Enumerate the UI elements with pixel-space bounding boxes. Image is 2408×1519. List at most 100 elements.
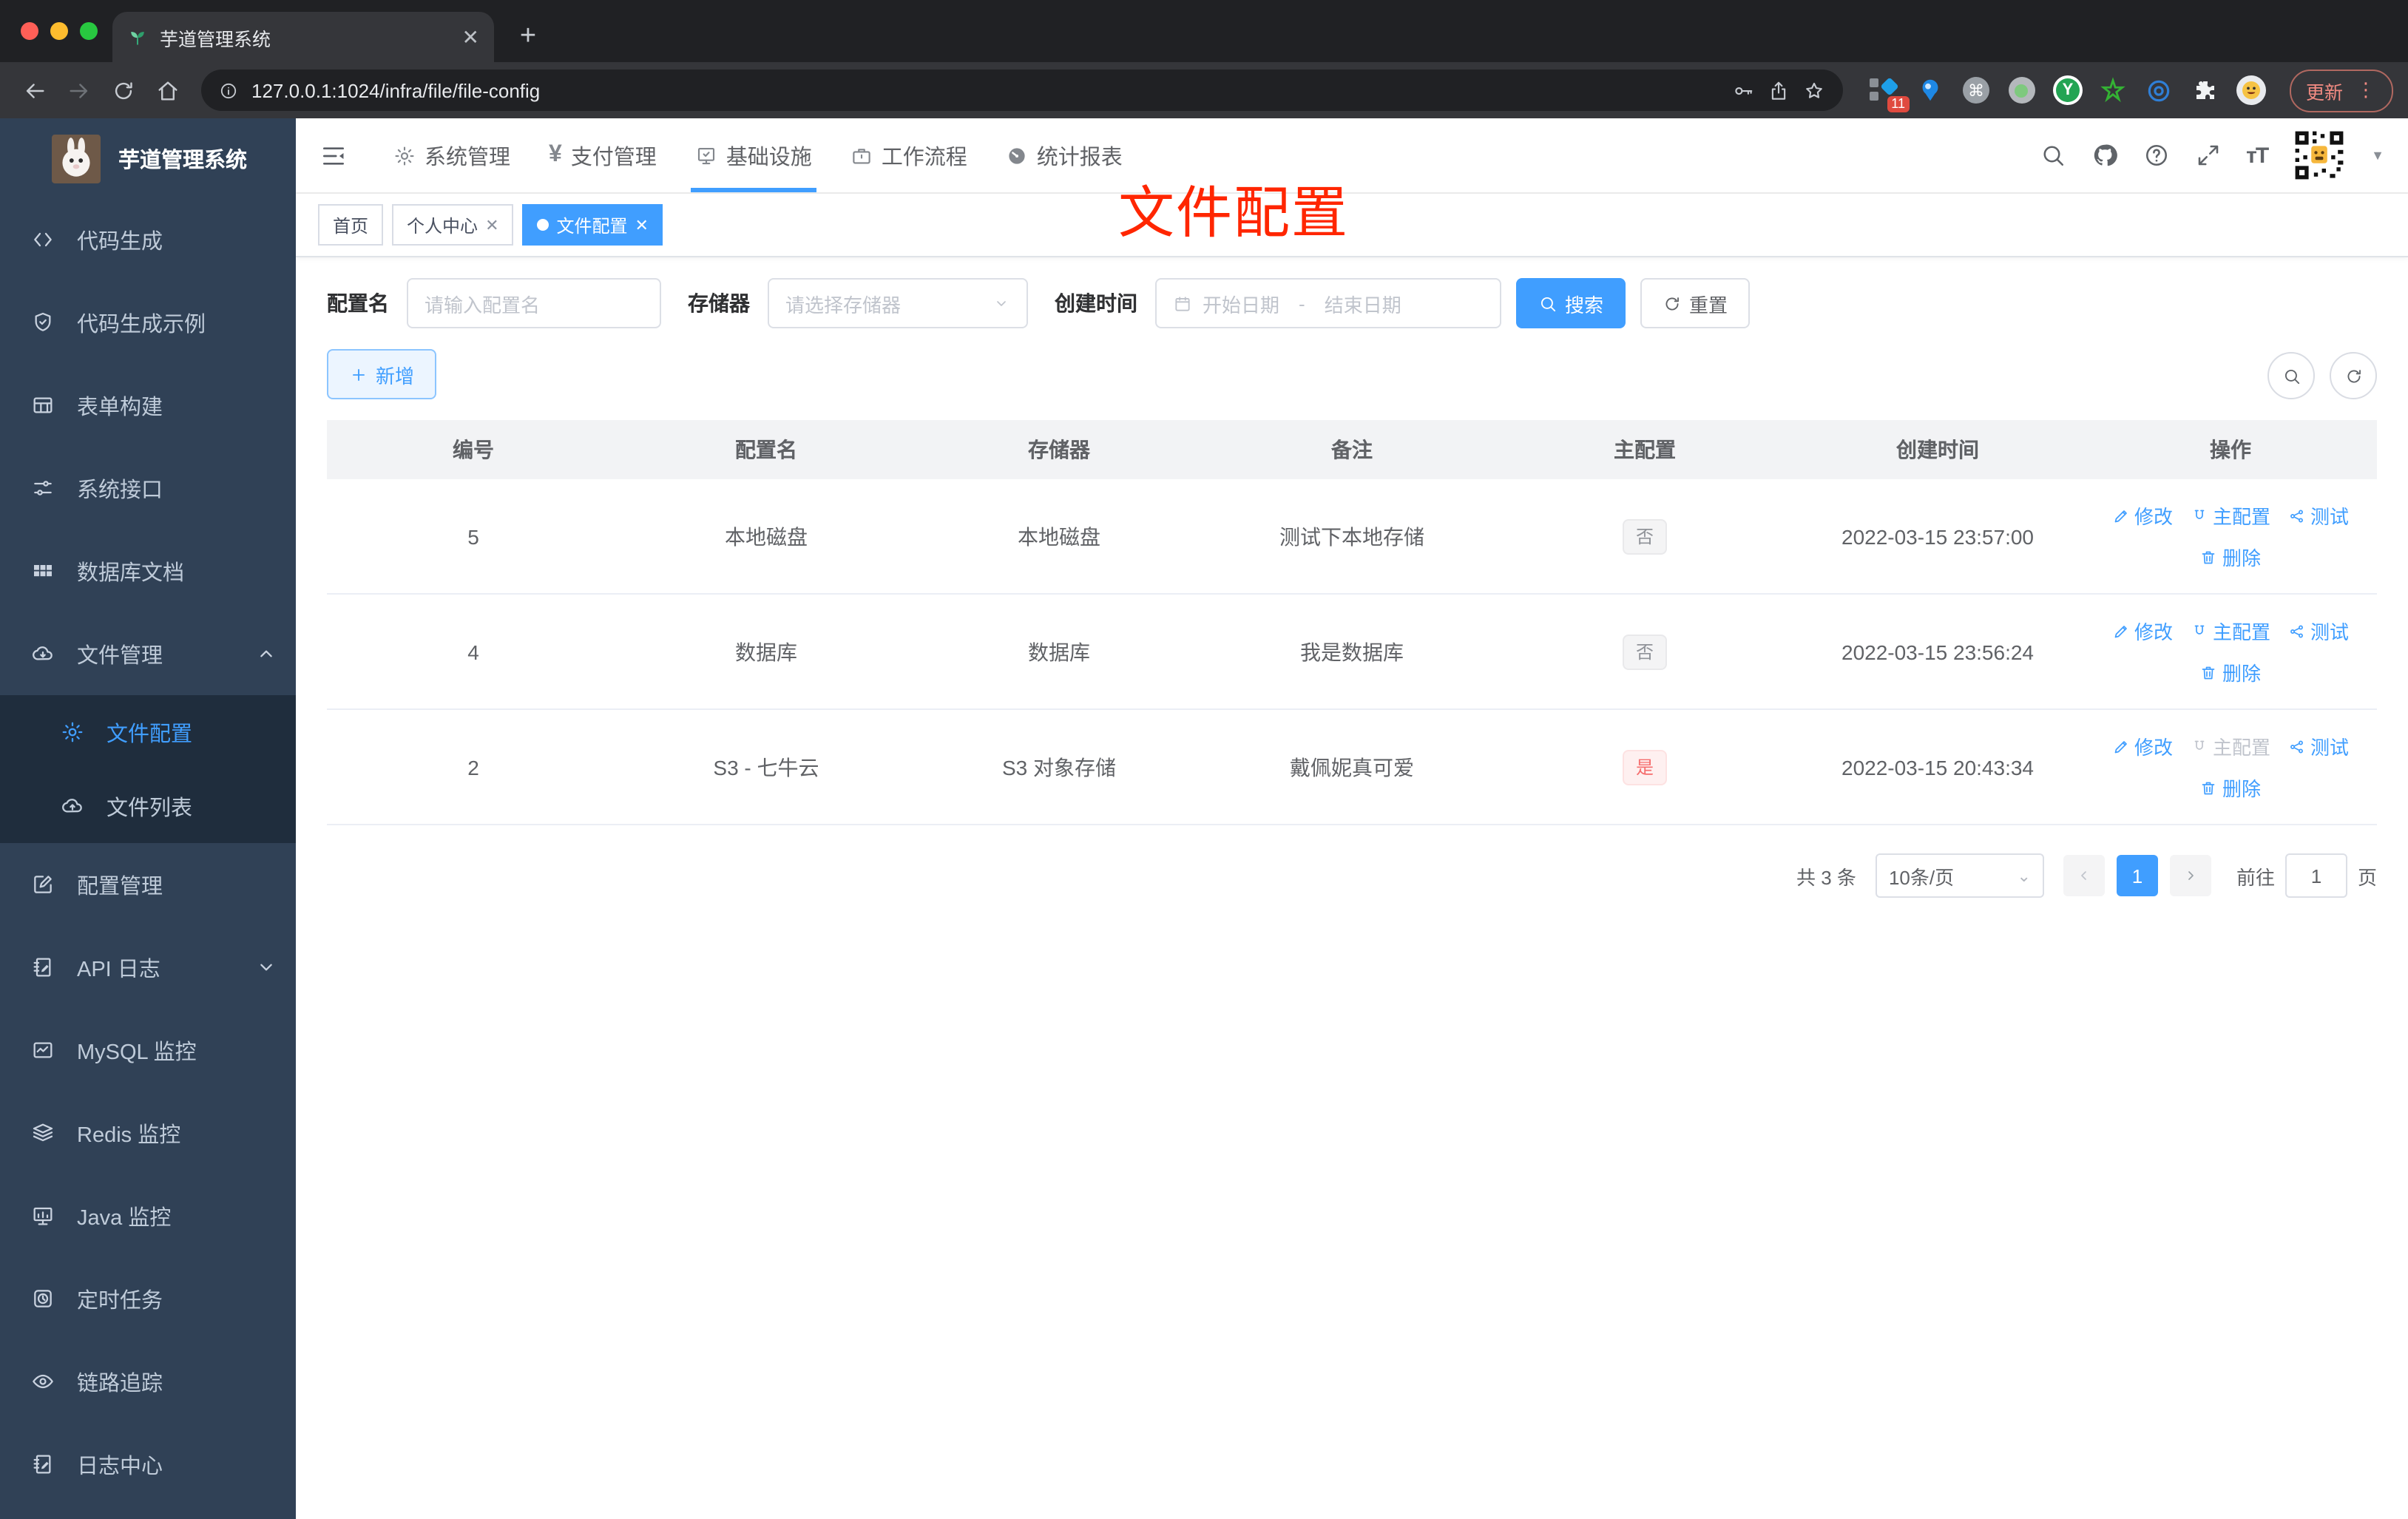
- tab-title: 芋道管理系统: [160, 23, 450, 51]
- bookmark-star-icon[interactable]: [1803, 79, 1825, 101]
- extension-emoji-icon[interactable]: [2236, 75, 2266, 105]
- delete-button[interactable]: 删除: [2200, 658, 2261, 686]
- magnet-icon: [2191, 507, 2208, 524]
- red-annotation-text: 文件配置: [1118, 167, 1349, 248]
- fullscreen-icon[interactable]: [2194, 142, 2221, 169]
- sidebar-item-Java 监控[interactable]: Java 监控: [0, 1174, 296, 1257]
- extension-command-icon[interactable]: ⌘: [1961, 75, 1991, 105]
- docEdit-icon: [31, 955, 55, 979]
- browser-menu-icon[interactable]: ⋮: [2356, 78, 2377, 102]
- table-toolbar: 新增: [327, 328, 2377, 399]
- current-page-button[interactable]: 1: [2117, 855, 2158, 896]
- sidebar-item-文件管理[interactable]: 文件管理: [0, 612, 296, 695]
- forward-icon[interactable]: [59, 71, 98, 109]
- topnav-item-支付管理[interactable]: ¥支付管理: [530, 118, 676, 192]
- date-range-input[interactable]: 开始日期 - 结束日期: [1155, 278, 1501, 328]
- delete-button[interactable]: 删除: [2200, 543, 2261, 571]
- search-button[interactable]: 搜索: [1516, 278, 1626, 328]
- refresh-table-button[interactable]: [2330, 352, 2377, 399]
- user-menu-caret-icon[interactable]: ▼: [2371, 148, 2384, 163]
- topnav-item-label: 支付管理: [571, 140, 657, 171]
- edit-button[interactable]: 修改: [2112, 732, 2173, 760]
- goto-page-input[interactable]: 1: [2285, 853, 2347, 898]
- add-button-label: 新增: [376, 360, 414, 388]
- sidebar-item-配置管理[interactable]: 配置管理: [0, 843, 296, 926]
- view-tab-label: 个人中心: [407, 212, 478, 237]
- add-button[interactable]: 新增: [327, 349, 436, 399]
- github-icon[interactable]: [2091, 142, 2117, 169]
- help-icon[interactable]: [2142, 142, 2169, 169]
- extension-tabs-icon[interactable]: 11: [1870, 75, 1899, 105]
- url-text[interactable]: 127.0.0.1:1024/infra/file/file-config: [251, 79, 1719, 101]
- set-master-button[interactable]: 主配置: [2191, 501, 2270, 530]
- sidebar-item-系统接口[interactable]: 系统接口: [0, 447, 296, 530]
- user-avatar-qr[interactable]: [2293, 129, 2346, 182]
- view-tab-个人中心[interactable]: 个人中心 ✕: [392, 204, 513, 246]
- extension-star-icon[interactable]: [2099, 75, 2128, 105]
- test-button[interactable]: 测试: [2288, 732, 2349, 760]
- sidebar-item-MySQL 监控[interactable]: MySQL 监控: [0, 1009, 296, 1092]
- close-tab-icon[interactable]: ✕: [635, 215, 649, 234]
- home-icon[interactable]: [148, 71, 186, 109]
- share-icon[interactable]: [1768, 79, 1790, 101]
- close-tab-icon[interactable]: ✕: [485, 215, 498, 234]
- sidebar-item-链路追踪[interactable]: 链路追踪: [0, 1340, 296, 1423]
- new-tab-button[interactable]: +: [509, 18, 547, 56]
- extension-y-icon[interactable]: Y: [2053, 75, 2083, 105]
- browser-tab[interactable]: 芋道管理系统 ✕: [112, 12, 494, 62]
- collapse-sidebar-icon[interactable]: [319, 141, 348, 169]
- window-close-button[interactable]: [21, 22, 38, 40]
- extension-puzzle-icon[interactable]: [2191, 75, 2220, 105]
- topnav-item-label: 工作流程: [882, 140, 967, 171]
- topnav-item-系统管理[interactable]: 系统管理: [374, 118, 530, 192]
- sidebar-item-代码生成示例[interactable]: 代码生成示例: [0, 281, 296, 364]
- sidebar-item-代码生成[interactable]: 代码生成: [0, 198, 296, 281]
- sidebar-item-定时任务[interactable]: 定时任务: [0, 1257, 296, 1340]
- address-bar[interactable]: 127.0.0.1:1024/infra/file/file-config: [201, 70, 1843, 111]
- sidebar-item-Redis 监控[interactable]: Redis 监控: [0, 1092, 296, 1174]
- extension-dot-icon[interactable]: [2007, 75, 2037, 105]
- reload-icon[interactable]: [104, 71, 142, 109]
- tab-close-icon[interactable]: ✕: [462, 24, 479, 50]
- test-button[interactable]: 测试: [2288, 617, 2349, 645]
- search-icon[interactable]: [2039, 142, 2066, 169]
- view-tab-首页[interactable]: 首页: [318, 204, 383, 246]
- sidebar-item-表单构建[interactable]: 表单构建: [0, 364, 296, 447]
- window-minimize-button[interactable]: [50, 22, 68, 40]
- sidebar-subitem-文件配置[interactable]: 文件配置: [0, 695, 296, 769]
- font-size-icon[interactable]: ᴛT: [2246, 143, 2267, 168]
- test-button[interactable]: 测试: [2288, 501, 2349, 530]
- edit-button[interactable]: 修改: [2112, 501, 2173, 530]
- extension-balloon-icon[interactable]: [1915, 75, 1945, 105]
- next-page-button[interactable]: [2170, 855, 2211, 896]
- storage-select[interactable]: 请选择存储器: [768, 278, 1028, 328]
- browser-titlebar: 芋道管理系统 ✕ +: [0, 0, 2408, 62]
- reset-button[interactable]: 重置: [1640, 278, 1750, 328]
- browser-update-button[interactable]: 更新 ⋮: [2290, 69, 2393, 112]
- gauge-icon: [1006, 144, 1028, 166]
- topnav-item-工作流程[interactable]: 工作流程: [831, 118, 987, 192]
- favicon-plant-icon: [127, 27, 148, 47]
- view-tab-文件配置[interactable]: 文件配置✕: [523, 204, 663, 246]
- password-key-icon[interactable]: [1732, 79, 1754, 101]
- master-tag: 否: [1623, 634, 1667, 669]
- share-nodes-icon: [2288, 622, 2306, 640]
- prev-page-button[interactable]: [2063, 855, 2105, 896]
- sidebar-subitem-文件列表[interactable]: 文件列表: [0, 769, 296, 843]
- sidebar-item-API 日志[interactable]: API 日志: [0, 926, 296, 1009]
- share-nodes-icon: [2288, 737, 2306, 755]
- extension-eye-icon[interactable]: [2145, 75, 2174, 105]
- config-name-input[interactable]: 请输入配置名: [407, 278, 661, 328]
- sidebar-item-日志中心[interactable]: 日志中心: [0, 1423, 296, 1506]
- page-size-select[interactable]: 10条/页⌄: [1876, 853, 2044, 898]
- set-master-button[interactable]: 主配置: [2191, 732, 2270, 760]
- window-maximize-button[interactable]: [80, 22, 98, 40]
- edit-button[interactable]: 修改: [2112, 617, 2173, 645]
- sidebar-item-数据库文档[interactable]: 数据库文档: [0, 530, 296, 612]
- toggle-search-button[interactable]: [2267, 352, 2315, 399]
- set-master-button[interactable]: 主配置: [2191, 617, 2270, 645]
- delete-button[interactable]: 删除: [2200, 774, 2261, 802]
- back-icon[interactable]: [15, 71, 53, 109]
- site-info-icon[interactable]: [219, 81, 238, 100]
- topnav-item-基础设施[interactable]: 基础设施: [676, 118, 831, 192]
